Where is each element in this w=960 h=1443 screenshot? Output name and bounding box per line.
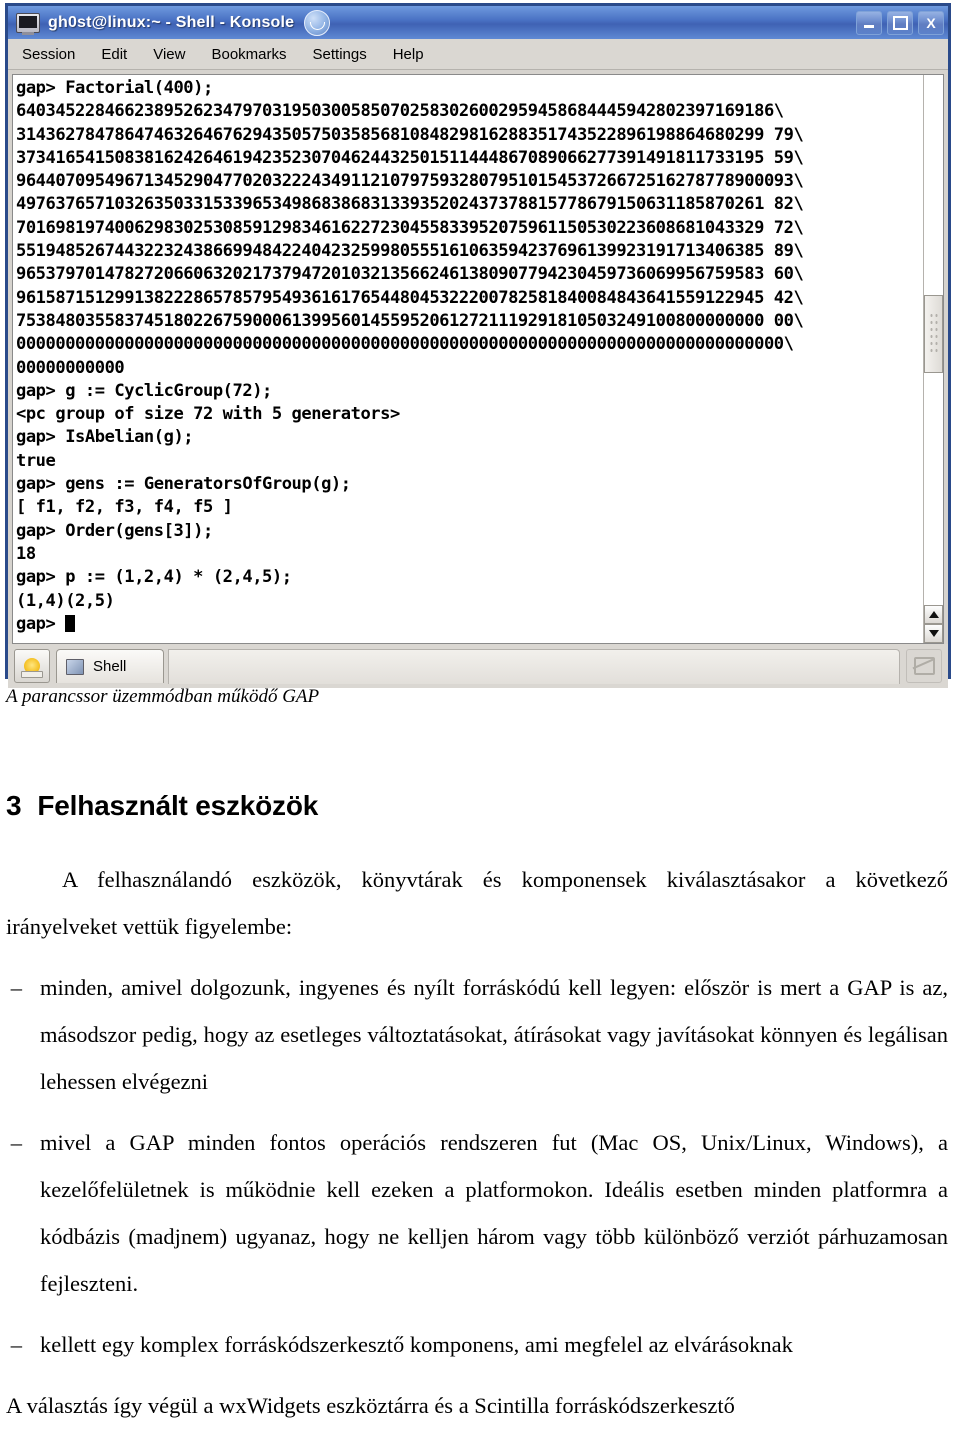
terminal-line: 7016981974006298302530859129834616227230… [16,217,804,238]
terminal-line: gap> p := (1,2,4) * (2,4,5); [16,567,292,588]
window-controls: X [856,10,944,35]
intro-paragraph: A felhasználandó eszközök, könyvtárak és… [6,867,948,939]
maximize-button[interactable] [887,10,913,35]
terminal-line: gap> IsAbelian(g); [16,427,194,448]
tabbar-filler [168,648,900,684]
scroll-down-button[interactable] [924,624,943,643]
terminal-line: 6403452284662389526234797031950300585070… [16,101,784,122]
list-item: – minden, amivel dolgozunk, ingyenes és … [6,964,948,1105]
new-session-icon [21,658,43,678]
session-tab-shell[interactable]: Shell [56,649,164,683]
document-body: 3 Felhasznált eszközök A felhasználandó e… [6,790,948,1443]
terminal-line: 9644070954967134529047702032224349112107… [16,171,804,192]
terminal-line: [ f1, f2, f3, f4, f5 ] [16,497,233,518]
terminal-line: 3143627847864746326467629435057503585681… [16,124,804,145]
terminal-line: 4976376571032635033153396534986838683133… [16,194,804,215]
terminal-area: gap> Factorial(400); 6403452284662389526… [12,74,944,644]
menu-settings[interactable]: Settings [313,46,367,63]
terminal-line: 9615871512991382228657857954936161765448… [16,287,804,308]
terminal-line: 9653797014782720660632021737947201032135… [16,264,804,285]
terminal-line: 0000000000000000000000000000000000000000… [16,334,794,355]
terminal-scrollbar[interactable] [923,75,943,643]
session-tab-label: Shell [93,658,127,675]
menu-session[interactable]: Session [22,46,75,63]
terminal-line: 00000000000 [16,357,125,378]
scrollbar-track-upper[interactable] [924,75,943,605]
terminal-line: gap> Order(gens[3]); [16,520,213,541]
terminal-line: 5519485267443223243866994842240423259980… [16,241,804,262]
terminal-line: gap> Factorial(400); [16,78,213,98]
section-number: 3 [6,790,22,821]
terminal-prompt-line: gap> [16,613,923,636]
scroll-up-button[interactable] [924,605,943,624]
terminal-line: <pc group of size 72 with 5 generators> [16,404,400,425]
terminal-line: true [16,450,56,471]
session-tabbar: Shell [8,644,948,688]
terminal-icon [16,12,40,35]
new-session-button[interactable] [14,649,50,683]
terminal-line: gap> g := CyclicGroup(72); [16,380,272,401]
bullet-marker: – [10,1130,22,1155]
window-titlebar[interactable]: gh0st@linux:~ - Shell - Konsole X [8,3,948,39]
menu-edit[interactable]: Edit [101,46,127,63]
section-title: Felhasznált eszközök [37,790,319,821]
window-title: gh0st@linux:~ - Shell - Konsole [48,13,295,31]
list-item-text: mivel a GAP minden fontos operációs rend… [40,1130,948,1296]
bullet-marker: – [10,975,22,1000]
terminal-line: 18 [16,543,36,564]
scrollbar-thumb[interactable] [924,295,943,373]
close-button[interactable]: X [918,10,944,35]
menubar: Session Edit View Bookmarks Settings Hel… [8,39,948,70]
terminal-line: gap> gens := GeneratorsOfGroup(g); [16,474,351,495]
konsole-logo-icon [304,9,331,36]
terminal-line: (1,4)(2,5) [16,590,115,611]
figure-caption: A parancssor üzemmódban működő GAP [6,686,320,707]
menu-help[interactable]: Help [393,46,424,63]
terminal-output[interactable]: gap> Factorial(400); 6403452284662389526… [13,75,923,643]
konsole-window: gh0st@linux:~ - Shell - Konsole X Sessio… [5,3,951,688]
titlebar-left-group: gh0st@linux:~ - Shell - Konsole [16,9,856,36]
list-item-text: minden, amivel dolgozunk, ingyenes és ny… [40,975,948,1094]
minimize-button[interactable] [856,10,882,35]
terminal-line: 7538480355837451802267590006139956014559… [16,310,804,331]
terminal-tab-icon [66,658,84,675]
scroll-down-icon [928,630,939,637]
close-session-button[interactable] [906,649,942,683]
menu-view[interactable]: View [153,46,185,63]
list-item: – mivel a GAP minden fontos operációs re… [6,1119,948,1307]
closing-paragraph: A választás így végül a wxWidgets eszköz… [6,1393,735,1418]
terminal-line: 3734165415083816242646194235230704624432… [16,147,804,168]
scroll-up-icon [928,611,939,618]
close-session-icon [913,657,935,675]
page-title: 3 Felhasznált eszközök [6,790,948,822]
terminal-cursor [65,614,76,632]
terminal-prompt: gap> [16,613,66,634]
menu-bookmarks[interactable]: Bookmarks [211,46,286,63]
